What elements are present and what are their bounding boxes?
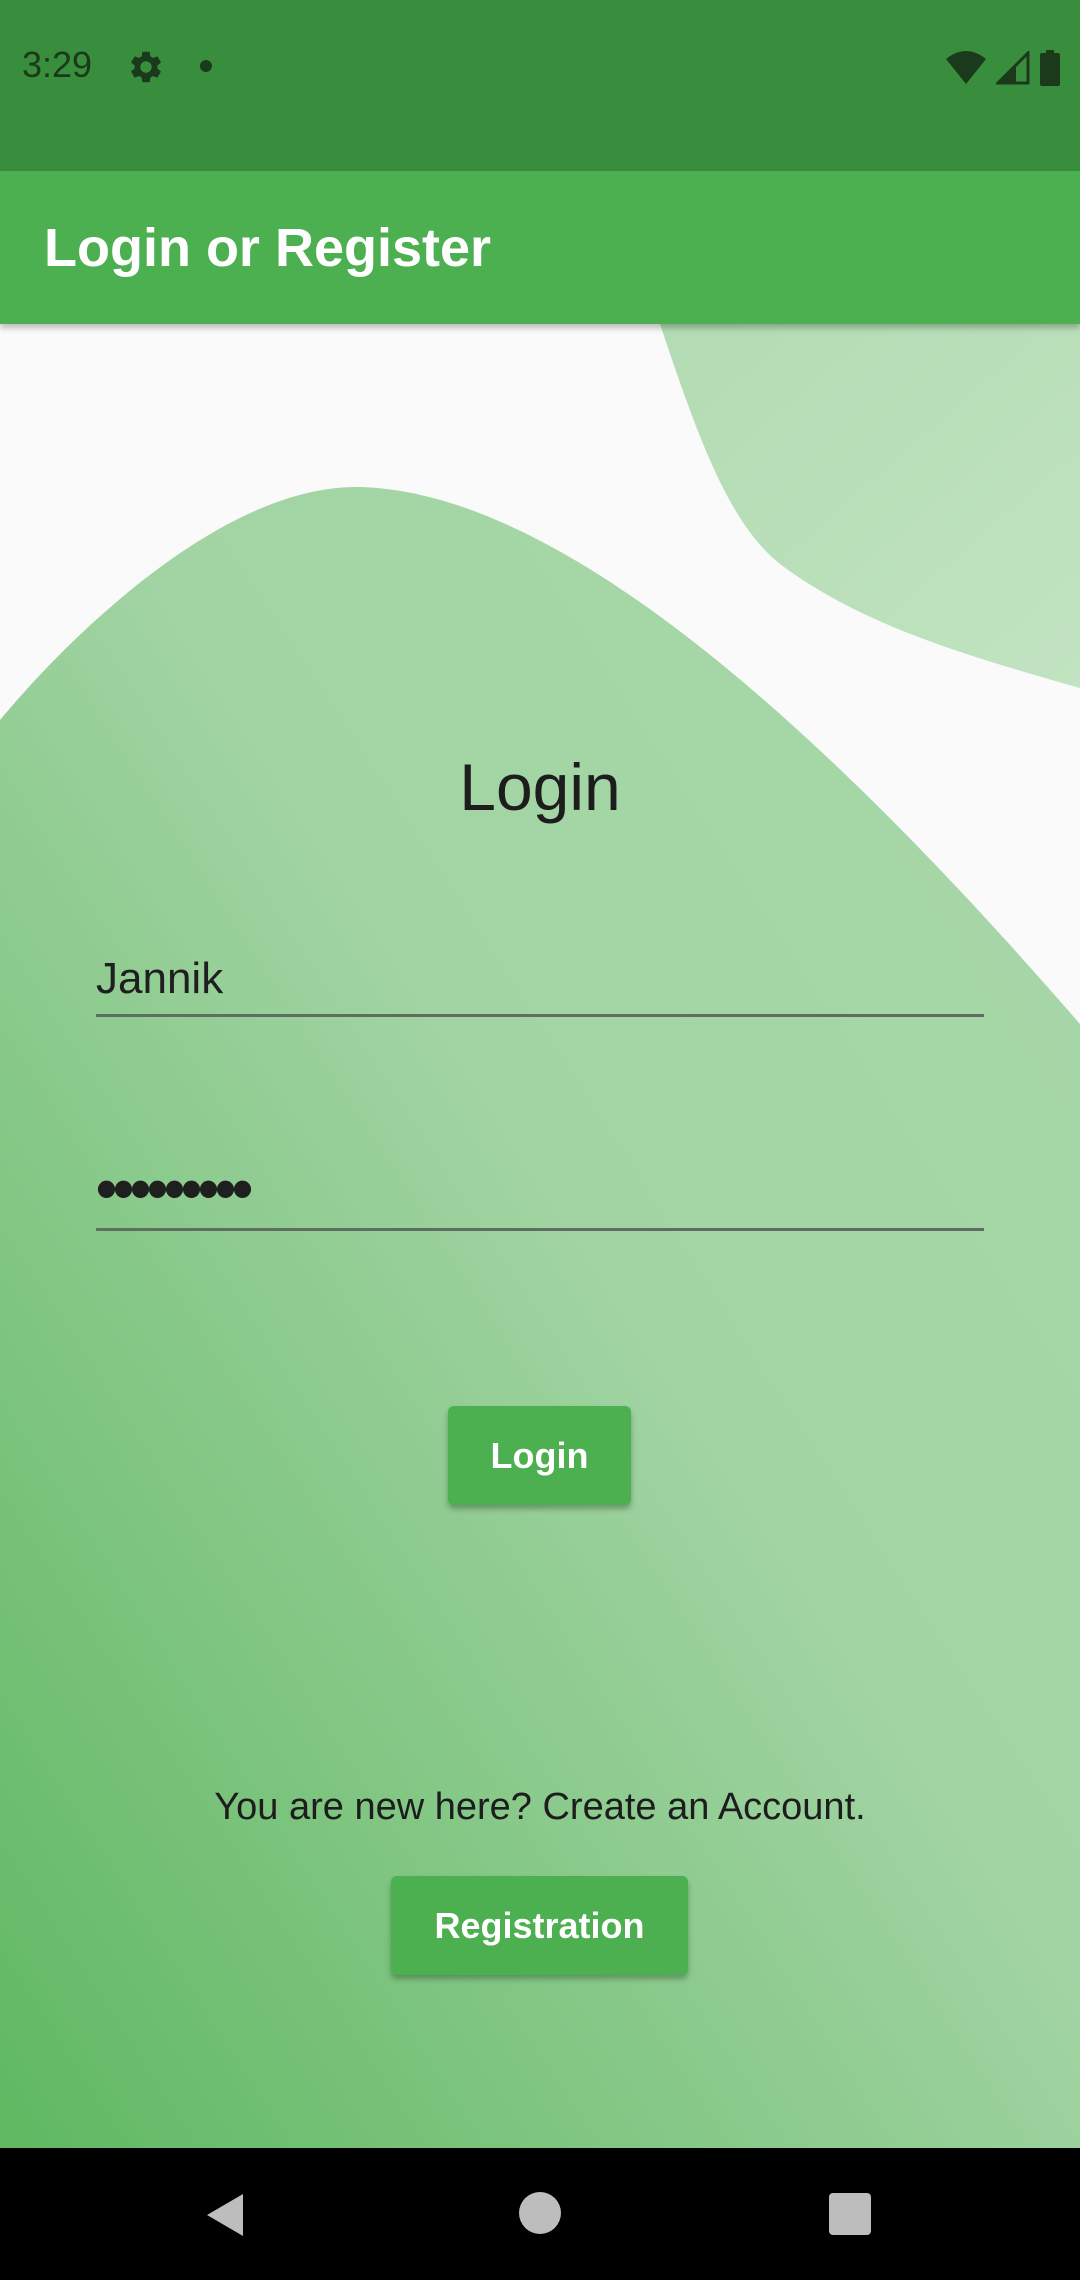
password-value: ••••••••• (96, 1155, 253, 1222)
wifi-icon (946, 51, 986, 84)
recents-icon[interactable] (829, 2193, 871, 2235)
login-form: Login Jannik ••••••••• Login You are new… (0, 324, 1080, 2148)
app-bar: Login or Register (0, 171, 1080, 324)
navigation-bar (0, 2148, 1080, 2280)
status-icons (946, 48, 1060, 88)
username-value: Jannik (96, 954, 224, 1003)
app-title: Login or Register (44, 218, 492, 278)
login-heading: Login (459, 750, 621, 824)
username-field[interactable]: Jannik (96, 934, 984, 1017)
home-icon[interactable] (519, 2192, 561, 2234)
battery-icon (1040, 50, 1060, 86)
back-icon[interactable] (205, 2192, 245, 2238)
login-button[interactable]: Login (448, 1406, 631, 1505)
register-prompt: You are new here? Create an Account. (214, 1786, 866, 1828)
status-bar: 3:29 (0, 0, 1080, 171)
cell-signal-icon (996, 51, 1030, 85)
settings-gear-icon (131, 51, 161, 83)
notification-dot-icon (200, 60, 212, 72)
registration-button[interactable]: Registration (391, 1876, 688, 1975)
password-field[interactable]: ••••••••• (96, 1148, 984, 1231)
status-time: 3:29 (22, 44, 93, 85)
